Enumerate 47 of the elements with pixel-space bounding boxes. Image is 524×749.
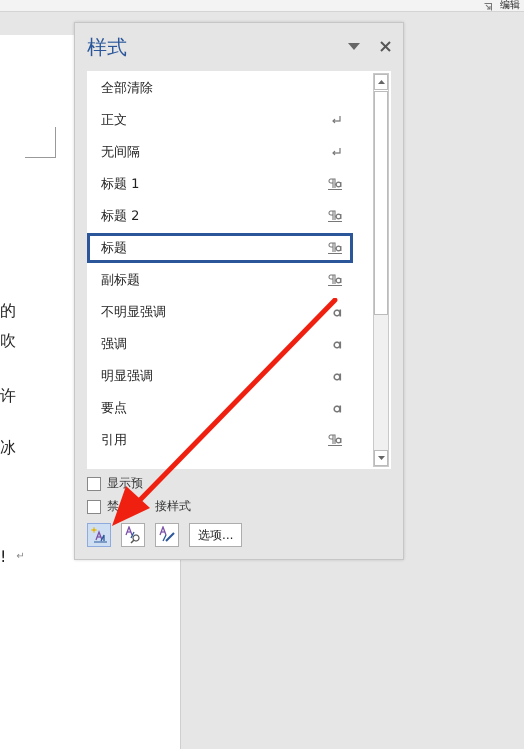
document-text: 吹 bbox=[0, 330, 16, 352]
dropdown-icon[interactable] bbox=[348, 42, 360, 50]
scroll-up-icon[interactable] bbox=[378, 80, 384, 84]
pane-title: 样式 bbox=[87, 34, 128, 60]
paragraph-mark-icon bbox=[331, 147, 342, 157]
style-item[interactable]: 不明显强调 bbox=[87, 297, 353, 327]
options-button[interactable]: 选项... bbox=[189, 523, 242, 547]
close-icon[interactable] bbox=[380, 40, 391, 52]
paragraph-mark: ↵ bbox=[16, 550, 25, 562]
scroll-down-icon[interactable] bbox=[378, 456, 384, 460]
style-item[interactable]: 副标题 bbox=[87, 265, 353, 295]
linked-style-icon bbox=[327, 178, 342, 190]
style-item[interactable]: 标题 1 bbox=[87, 169, 353, 199]
checkbox-label: 显示预 bbox=[107, 475, 143, 492]
document-text: 冰 bbox=[0, 438, 16, 458]
linked-style-icon bbox=[327, 242, 342, 254]
checkbox[interactable] bbox=[87, 476, 101, 490]
linked-style-icon bbox=[327, 210, 342, 222]
document-text: 许 bbox=[0, 386, 16, 406]
character-style-icon bbox=[333, 339, 342, 349]
character-style-icon bbox=[333, 371, 342, 381]
checkbox[interactable] bbox=[87, 500, 101, 514]
style-item[interactable]: 无间隔 bbox=[87, 137, 353, 167]
style-item[interactable]: 标题 2 bbox=[87, 201, 353, 231]
checkbox-label: 接样式 bbox=[155, 498, 191, 515]
document-text: ! bbox=[0, 546, 6, 566]
manage-styles-button[interactable] bbox=[155, 523, 179, 547]
style-item[interactable]: 全部清除 bbox=[87, 73, 353, 103]
ribbon-group-label: 编辑 bbox=[500, 1, 520, 11]
style-item[interactable]: 明显强调 bbox=[87, 361, 353, 391]
style-item[interactable]: 要点 bbox=[87, 393, 353, 423]
style-item[interactable]: 正文 bbox=[87, 105, 353, 135]
dialog-launcher-icon[interactable] bbox=[484, 3, 492, 11]
character-style-icon bbox=[333, 307, 342, 317]
linked-style-icon bbox=[327, 434, 342, 446]
paragraph-mark-icon bbox=[331, 115, 342, 125]
character-style-icon bbox=[333, 403, 342, 413]
style-item[interactable]: 标题 bbox=[87, 233, 353, 263]
style-item[interactable]: 引用 bbox=[87, 425, 353, 455]
margin-corner-mark bbox=[25, 127, 56, 158]
document-text: 的 bbox=[0, 300, 16, 322]
style-item[interactable]: 强调 bbox=[87, 329, 353, 359]
style-inspector-button[interactable] bbox=[121, 523, 145, 547]
checkbox-label: 禁 bbox=[107, 498, 119, 515]
scrollbar[interactable] bbox=[373, 73, 389, 467]
linked-style-icon bbox=[327, 274, 342, 286]
new-style-button[interactable] bbox=[87, 523, 111, 547]
